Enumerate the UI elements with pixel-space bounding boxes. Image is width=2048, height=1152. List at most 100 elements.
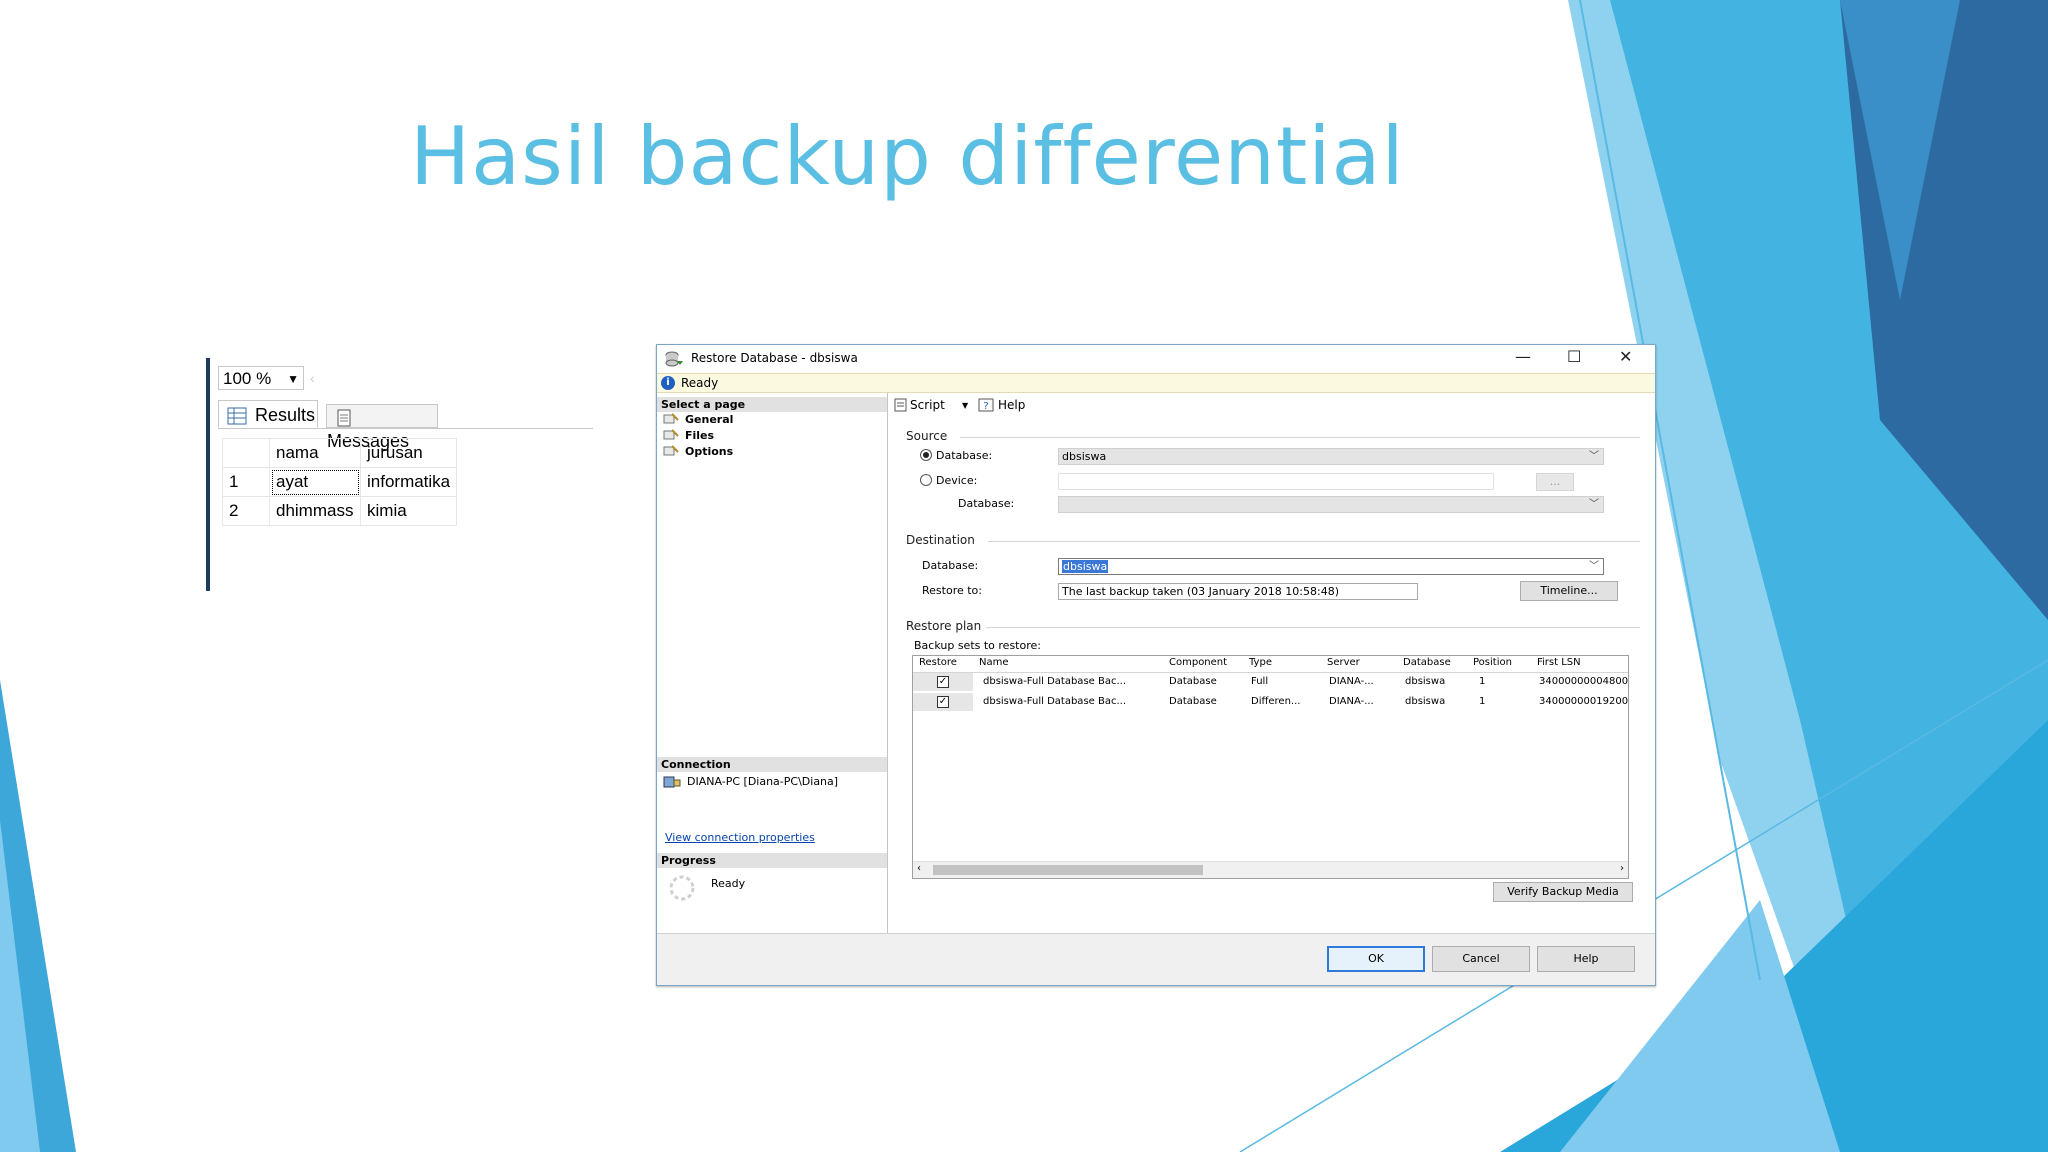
source-database-value: dbsiswa xyxy=(1062,450,1107,463)
general-page-pane: Script ▼ ? Help Source Database: dbsiswa… xyxy=(888,393,1655,933)
progress-header: Progress xyxy=(657,853,887,868)
dialog-button-bar: OK Cancel Help xyxy=(657,933,1655,985)
help-icon: ? xyxy=(978,398,994,412)
table-row: 1 ayat informatika xyxy=(222,467,458,497)
script-icon xyxy=(894,398,907,412)
column-header[interactable]: Position xyxy=(1473,657,1512,668)
chevron-down-icon[interactable]: ▼ xyxy=(962,401,968,410)
verify-backup-media-button[interactable]: Verify Backup Media xyxy=(1493,882,1633,902)
wrench-icon xyxy=(663,413,679,424)
cancel-button[interactable]: Cancel xyxy=(1432,946,1530,972)
table-cell[interactable]: dhimmass xyxy=(269,496,361,526)
dialog-toolbar: Script ▼ ? Help xyxy=(888,393,1655,417)
tab-results-label: Results xyxy=(255,405,316,425)
database-radio[interactable] xyxy=(920,449,932,461)
column-header[interactable]: nama xyxy=(269,438,361,468)
results-tabbar: Results Messages xyxy=(218,400,593,451)
divider xyxy=(986,627,1640,628)
destination-database-label: Database: xyxy=(922,559,979,572)
device-database-select[interactable]: ﹀ xyxy=(1058,496,1604,513)
chevron-down-icon: ﹀ xyxy=(1589,499,1599,510)
wrench-icon xyxy=(663,429,679,440)
server-connection-icon xyxy=(663,776,681,788)
table-cell[interactable]: informatika xyxy=(359,467,458,497)
row-number[interactable]: 2 xyxy=(222,496,270,526)
scroll-right-icon[interactable]: › xyxy=(1620,863,1624,874)
source-database-label: Database: xyxy=(936,449,993,462)
connection-name: DIANA-PC [Diana-PC\Diana] xyxy=(687,775,839,788)
tab-results[interactable]: Results xyxy=(218,400,318,428)
table-cell[interactable]: ayat xyxy=(269,467,361,497)
zoom-value: 100 % xyxy=(223,369,272,388)
table-row: 2 dhimmass kimia xyxy=(222,496,458,526)
scroll-left-icon[interactable]: ‹ xyxy=(917,863,921,874)
restore-checkbox[interactable]: ✓ xyxy=(937,676,949,688)
row-number[interactable]: 1 xyxy=(222,467,270,497)
minimize-icon[interactable]: — xyxy=(1515,347,1531,366)
column-header[interactable]: Type xyxy=(1249,657,1272,668)
device-input[interactable] xyxy=(1058,473,1494,490)
svg-text:?: ? xyxy=(983,401,988,412)
column-header[interactable]: jurusan xyxy=(359,438,458,468)
connection-header: Connection xyxy=(657,757,887,772)
scrollbar-thumb[interactable] xyxy=(933,865,1203,875)
backup-position: 1 xyxy=(1479,676,1486,687)
view-connection-properties-link[interactable]: View connection properties xyxy=(665,831,815,844)
select-page-header: Select a page xyxy=(657,397,887,412)
maximize-icon[interactable]: ☐ xyxy=(1567,347,1581,366)
backup-component: Database xyxy=(1169,676,1217,687)
backup-name: dbsiswa-Full Database Bac... xyxy=(983,676,1127,687)
backup-position: 1 xyxy=(1479,696,1486,707)
query-results-panel: 100 % ▼ ‹ Results Messages nama jurusan … xyxy=(206,358,593,591)
table-cell[interactable]: kimia xyxy=(359,496,458,526)
scroll-left-icon[interactable]: ‹ xyxy=(310,370,315,386)
source-database-select[interactable]: dbsiswa ﹀ xyxy=(1058,448,1604,465)
destination-database-value: dbsiswa xyxy=(1062,560,1109,573)
column-header[interactable]: Restore xyxy=(919,657,957,668)
restore-to-label: Restore to: xyxy=(922,584,982,597)
browse-device-button[interactable]: ... xyxy=(1536,473,1574,491)
column-header[interactable]: Database xyxy=(1403,657,1451,668)
page-item-files[interactable]: Files xyxy=(685,429,714,442)
destination-database-select[interactable]: dbsiswa ﹀ xyxy=(1058,558,1604,575)
page-item-options[interactable]: Options xyxy=(685,445,733,458)
horizontal-scrollbar[interactable]: ‹ › xyxy=(913,861,1628,878)
progress-status: Ready xyxy=(711,877,746,890)
backup-type: Differen... xyxy=(1251,696,1301,707)
tab-messages[interactable]: Messages xyxy=(326,404,438,451)
backup-database: dbsiswa xyxy=(1405,676,1446,687)
destination-group-label: Destination xyxy=(906,533,975,547)
restore-to-field[interactable]: The last backup taken (03 January 2018 1… xyxy=(1058,583,1418,600)
restore-checkbox[interactable]: ✓ xyxy=(937,696,949,708)
ok-button[interactable]: OK xyxy=(1327,946,1425,972)
column-header[interactable]: Name xyxy=(979,657,1009,668)
help-toolbar-button[interactable]: Help xyxy=(998,398,1025,412)
help-button[interactable]: Help xyxy=(1537,946,1635,972)
script-button[interactable]: Script xyxy=(910,398,945,412)
divider xyxy=(988,541,1640,542)
dialog-title: Restore Database - dbsiswa xyxy=(691,351,858,365)
restore-database-dialog: Restore Database - dbsiswa — ☐ ✕ i Ready… xyxy=(656,344,1656,986)
chevron-down-icon: ﹀ xyxy=(1589,451,1599,462)
column-header[interactable]: Server xyxy=(1327,657,1360,668)
status-text: Ready xyxy=(681,376,719,390)
timeline-button[interactable]: Timeline... xyxy=(1520,581,1618,601)
zoom-dropdown[interactable]: 100 % ▼ xyxy=(218,366,304,390)
source-group-label: Source xyxy=(906,429,948,443)
status-bar: i Ready xyxy=(657,373,1655,393)
wrench-icon xyxy=(663,445,679,456)
column-header[interactable]: First LSN xyxy=(1537,657,1581,668)
grid-icon xyxy=(227,407,247,425)
backup-first-lsn: 34000000004800 xyxy=(1539,676,1629,687)
backup-name: dbsiswa-Full Database Bac... xyxy=(983,696,1127,707)
close-icon[interactable]: ✕ xyxy=(1619,347,1632,366)
dialog-titlebar[interactable]: Restore Database - dbsiswa — ☐ ✕ xyxy=(657,345,1655,373)
spinner-icon xyxy=(669,875,695,901)
device-database-label: Database: xyxy=(958,497,1015,510)
page-item-general[interactable]: General xyxy=(685,413,733,426)
database-restore-icon xyxy=(665,351,683,367)
column-header[interactable]: Component xyxy=(1169,657,1227,668)
device-radio[interactable] xyxy=(920,474,932,486)
table-header-row: nama jurusan xyxy=(222,438,458,468)
row-number-header xyxy=(222,438,270,468)
